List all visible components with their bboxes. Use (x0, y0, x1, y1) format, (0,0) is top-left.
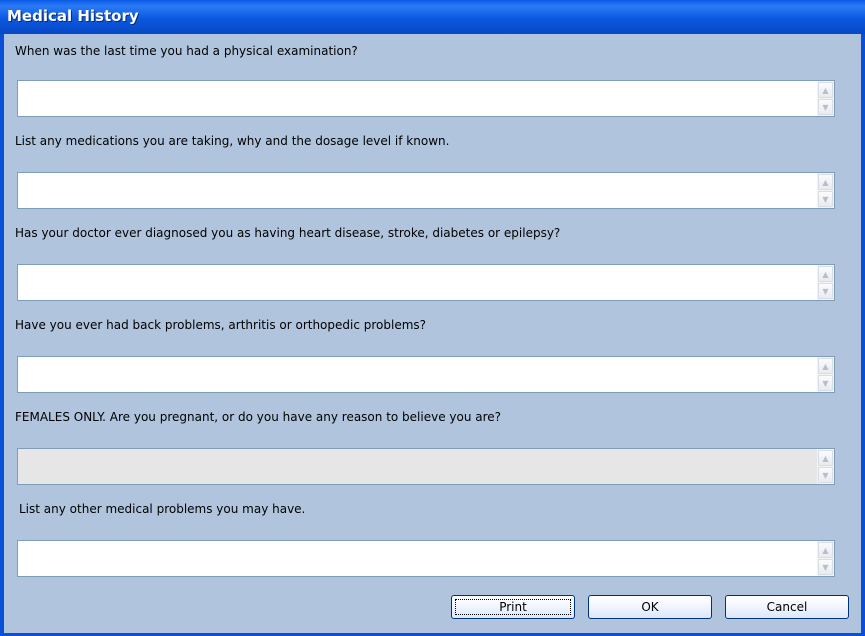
answer-input-other-problems[interactable] (18, 541, 818, 576)
question-label-back-problems: Have you ever had back problems, arthrit… (15, 318, 427, 332)
scroll-up-arrow-icon[interactable]: ▲ (818, 174, 833, 190)
answer-field-last-physical[interactable]: ▲ ▼ (17, 80, 835, 117)
dialog-body: When was the last time you had a physica… (4, 34, 861, 633)
answer-field-heart-disease[interactable]: ▲ ▼ (17, 264, 835, 301)
vertical-scrollbar[interactable]: ▲ ▼ (817, 173, 834, 208)
scroll-down-arrow-icon: ▼ (818, 467, 833, 483)
answer-field-pregnancy: ▲ ▼ (17, 448, 835, 485)
scroll-down-arrow-icon[interactable]: ▼ (818, 375, 833, 391)
ok-button[interactable]: OK (588, 595, 712, 619)
question-label-last-physical: When was the last time you had a physica… (15, 44, 358, 58)
question-label-heart-disease: Has your doctor ever diagnosed you as ha… (15, 226, 561, 240)
medical-history-window: Medical History When was the last time y… (0, 0, 865, 636)
scroll-up-arrow-icon[interactable]: ▲ (818, 542, 833, 558)
vertical-scrollbar[interactable]: ▲ ▼ (817, 265, 834, 300)
scroll-down-arrow-icon[interactable]: ▼ (818, 191, 833, 207)
vertical-scrollbar[interactable]: ▲ ▼ (817, 541, 834, 576)
answer-field-medications[interactable]: ▲ ▼ (17, 172, 835, 209)
question-label-medications: List any medications you are taking, why… (15, 134, 450, 148)
question-label-other-problems: List any other medical problems you may … (19, 502, 306, 516)
answer-input-heart-disease[interactable] (18, 265, 818, 300)
vertical-scrollbar[interactable]: ▲ ▼ (817, 81, 834, 116)
vertical-scrollbar[interactable]: ▲ ▼ (817, 357, 834, 392)
title-bar[interactable]: Medical History (0, 0, 865, 34)
scroll-up-arrow-icon[interactable]: ▲ (818, 82, 833, 98)
answer-input-medications[interactable] (18, 173, 818, 208)
scroll-down-arrow-icon[interactable]: ▼ (818, 559, 833, 575)
answer-field-back-problems[interactable]: ▲ ▼ (17, 356, 835, 393)
answer-input-last-physical[interactable] (18, 81, 818, 116)
answer-input-pregnancy (18, 449, 818, 484)
scroll-up-arrow-icon[interactable]: ▲ (818, 266, 833, 282)
question-label-pregnancy: FEMALES ONLY. Are you pregnant, or do yo… (15, 410, 502, 424)
scroll-up-arrow-icon: ▲ (818, 450, 833, 466)
print-button[interactable]: Print (451, 595, 575, 619)
answer-input-back-problems[interactable] (18, 357, 818, 392)
answer-field-other-problems[interactable]: ▲ ▼ (17, 540, 835, 577)
cancel-button[interactable]: Cancel (725, 595, 849, 619)
scroll-down-arrow-icon[interactable]: ▼ (818, 99, 833, 115)
vertical-scrollbar: ▲ ▼ (817, 449, 834, 484)
scroll-down-arrow-icon[interactable]: ▼ (818, 283, 833, 299)
scroll-up-arrow-icon[interactable]: ▲ (818, 358, 833, 374)
window-title: Medical History (7, 7, 139, 25)
